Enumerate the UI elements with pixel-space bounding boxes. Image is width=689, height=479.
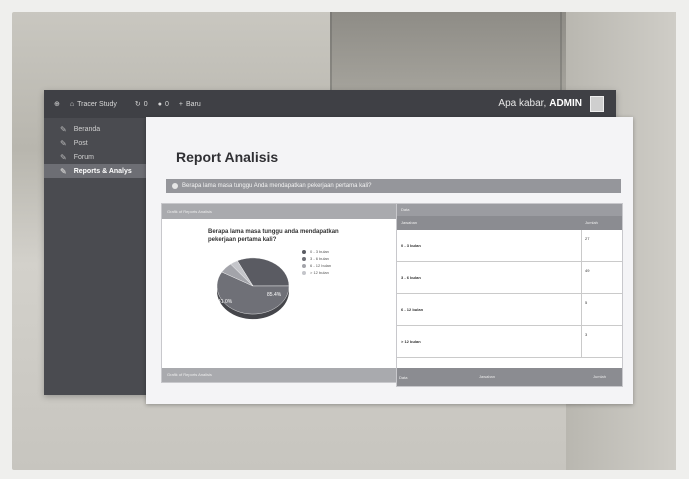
count-cell: 5 (585, 300, 588, 305)
sidebar-item-reports[interactable]: ✎ Reports & Analys (44, 164, 146, 178)
column-header-answer: Jawaban (401, 220, 418, 225)
legend-item: 6 - 12 bulan (302, 262, 331, 269)
legend-dot (302, 270, 306, 275)
question-icon (172, 183, 178, 189)
answer-cell: 3 - 6 bulan (397, 262, 582, 293)
avatar[interactable] (590, 96, 604, 112)
wall-edge (330, 12, 332, 92)
legend-label: 0 - 3 bulan (310, 249, 329, 254)
greeting-text: Apa kabar, (498, 98, 547, 109)
table-header: Data (397, 204, 622, 216)
username: ADMIN (549, 98, 582, 109)
wall-edge (560, 12, 562, 102)
chart-legend: 0 - 3 bulan 3 - 6 bulan 6 - 12 bulan > 1… (302, 248, 331, 276)
refresh-icon: ↻ (134, 101, 141, 108)
comments-link[interactable]: ● 0 (158, 101, 169, 108)
sidebar-item-label: Reports & Analys (73, 167, 132, 175)
footer-answer: Jawaban (478, 374, 495, 379)
count-cell: 49 (585, 268, 590, 273)
table-under-label: Data (399, 375, 408, 380)
background-wall (330, 12, 570, 92)
question-text: Berapa lama masa tunggu Anda mendapatkan… (182, 183, 372, 189)
sidebar-item-beranda[interactable]: ✎ Beranda (44, 122, 146, 136)
legend-item: > 12 bulan (302, 269, 331, 276)
table-column-headers: Jawaban Jumlah (397, 216, 622, 230)
data-table: Data Jawaban Jumlah 0 - 3 bulan 27 3 - 6… (396, 203, 623, 387)
pin-icon: ✎ (60, 152, 67, 162)
admin-sidebar: ✎ Beranda ✎ Post ✎ Forum ✎ Reports & Ana… (44, 118, 146, 395)
table-row: > 12 bulan 3 (397, 326, 622, 358)
admin-topbar: ⊕ ⌂ Tracer Study ↻ 0 ● 0 + Baru Apa kaba… (44, 90, 616, 118)
legend-label: 6 - 12 bulan (310, 263, 332, 268)
chart-panel-header: Grafik of Reports Analisis (162, 204, 398, 219)
site-link[interactable]: ⌂ Tracer Study (70, 101, 117, 108)
page-title: Report Analisis (176, 149, 279, 165)
sidebar-item-post[interactable]: ✎ Post (44, 136, 146, 150)
answer-cell: 6 - 12 bulan (397, 294, 582, 325)
chart-title: Berapa lama masa tunggu anda mendapatkan… (208, 229, 339, 243)
footer-count: Jumlah (593, 374, 606, 379)
legend-label: 3 - 6 bulan (310, 256, 329, 261)
count-cell: 27 (585, 236, 590, 241)
site-title: Tracer Study (77, 100, 117, 108)
pin-icon: ✎ (60, 124, 67, 134)
sidebar-item-forum[interactable]: ✎ Forum (44, 150, 146, 164)
pie-chart (216, 257, 290, 320)
legend-item: 0 - 3 bulan (302, 248, 331, 255)
pin-icon: ✎ (60, 138, 67, 148)
column-header-count: Jumlah (585, 220, 598, 225)
table-footer: Jawaban Jumlah (397, 368, 622, 386)
home-icon: ⌂ (69, 100, 75, 108)
legend-dot (302, 256, 306, 261)
sidebar-item-label: Forum (73, 153, 94, 161)
slice-label: 85.4% (267, 292, 282, 298)
table-row: 6 - 12 bulan 5 (397, 294, 622, 326)
plus-icon: + (178, 100, 183, 108)
legend-item: 3 - 6 bulan (302, 255, 331, 262)
answer-cell: 0 - 3 bulan (397, 230, 582, 261)
sidebar-item-label: Beranda (73, 125, 101, 133)
report-sheet: Report Analisis Berapa lama masa tunggu … (146, 117, 633, 404)
chart-panel: Grafik of Reports Analisis Berapa lama m… (161, 203, 399, 383)
question-bar: Berapa lama masa tunggu Anda mendapatkan… (166, 179, 621, 193)
chart-panel-footer: Grafik of Reports Analisis (162, 368, 398, 382)
account-greeting[interactable]: Apa kabar, ADMIN (498, 98, 582, 109)
new-label: Baru (185, 100, 201, 108)
wp-logo[interactable]: ⊕ (54, 100, 60, 108)
comment-icon: ● (157, 100, 162, 108)
legend-label: > 12 bulan (310, 270, 329, 275)
answer-cell: > 12 bulan (397, 326, 582, 357)
wordpress-icon: ⊕ (54, 101, 60, 108)
sidebar-item-label: Post (73, 139, 88, 147)
legend-dot (302, 263, 306, 268)
legend-dot (302, 249, 306, 254)
pin-icon: ✎ (60, 166, 67, 176)
comments-count: 0 (164, 100, 169, 108)
updates-count: 0 (143, 100, 148, 108)
table-row: 0 - 3 bulan 27 (397, 230, 622, 262)
table-row: 3 - 6 bulan 49 (397, 262, 622, 294)
count-cell: 3 (585, 332, 588, 337)
new-link[interactable]: + Baru (179, 101, 201, 108)
slice-label: 41.0% (218, 299, 233, 305)
updates-link[interactable]: ↻ 0 (134, 100, 148, 109)
